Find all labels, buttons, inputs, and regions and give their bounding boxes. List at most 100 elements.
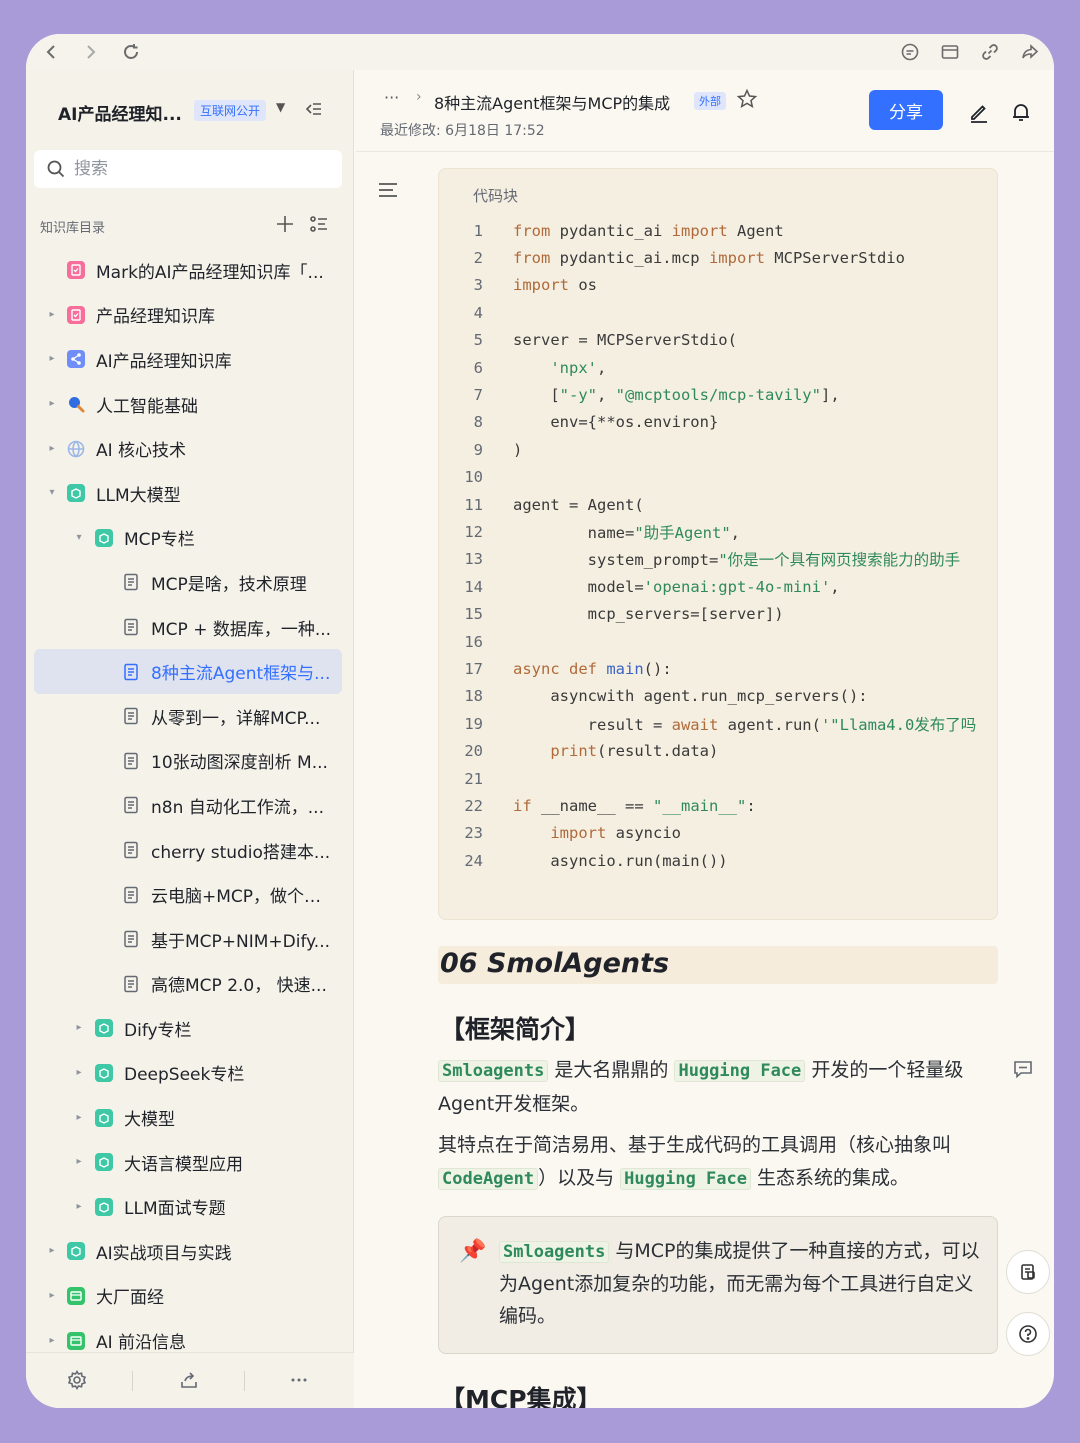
tree-item[interactable]: ▸ 大模型	[26, 1095, 354, 1140]
code-line: 16	[439, 628, 997, 655]
tree-item[interactable]: MCP + 数据库，一种...	[26, 605, 354, 650]
code-lines[interactable]: 1 from pydantic_ai import Agent 2 from pyda…	[439, 217, 997, 874]
share-arrow-icon[interactable]	[1017, 39, 1043, 65]
tree-item[interactable]: 从零到一，详解MCP...	[26, 694, 354, 739]
inline-code: Smloagents	[499, 1241, 610, 1263]
floating-doc-button[interactable]	[1006, 1250, 1050, 1294]
code-line: 2 from pydantic_ai.mcp import MCPServerSt…	[439, 244, 997, 271]
list-options-icon[interactable]	[308, 213, 330, 235]
line-number: 4	[473, 303, 483, 322]
add-icon[interactable]	[274, 213, 296, 235]
tree-item[interactable]: ▸ 人工智能基础	[26, 382, 354, 427]
tree-item[interactable]: ▸ AI产品经理知识库	[26, 337, 354, 382]
section-heading: 06 SmolAgents	[440, 948, 670, 979]
tree-item-label: LLM面试专题	[124, 1199, 226, 1220]
expand-right-icon[interactable]: ▸	[73, 1022, 85, 1034]
line-number: 9	[473, 440, 483, 459]
collapse-sidebar-icon[interactable]	[302, 98, 324, 120]
tree-item[interactable]: ▾ MCP专栏	[26, 516, 354, 561]
expand-down-icon[interactable]: ▾	[46, 487, 58, 499]
tree-item[interactable]: ▸ Dify专栏	[26, 1006, 354, 1051]
tree-item[interactable]: ▸ 大厂面经	[26, 1274, 354, 1319]
tree-item-label: 大语言模型应用	[124, 1154, 243, 1175]
expand-right-icon[interactable]: ▸	[46, 1290, 58, 1302]
tree-item[interactable]: cherry studio搭建本...	[26, 828, 354, 873]
tree-item[interactable]: 基于MCP+NIM+Dify...	[26, 917, 354, 962]
share-button[interactable]: 分享	[869, 90, 943, 130]
tree-item[interactable]: 8种主流Agent框架与...	[34, 649, 342, 694]
footer-divider	[244, 1371, 245, 1391]
doc-icon	[121, 617, 141, 637]
expand-right-icon[interactable]: ▸	[46, 1245, 58, 1257]
tree-item-label: MCP是啥，技术原理	[151, 574, 307, 595]
tree-item-label: 大厂面经	[96, 1288, 164, 1309]
link-icon[interactable]	[977, 39, 1003, 65]
code-text: env={**os.environ}	[513, 413, 719, 432]
edit-icon[interactable]	[967, 100, 991, 124]
back-icon[interactable]	[38, 39, 64, 65]
comment-icon[interactable]	[897, 39, 923, 65]
caret-down-icon[interactable]: ▼	[276, 100, 285, 114]
add-comment-icon[interactable]	[1012, 1058, 1034, 1080]
refresh-icon[interactable]	[118, 39, 144, 65]
tree-item[interactable]: ▸ 产品经理知识库	[26, 293, 354, 338]
settings-icon[interactable]	[66, 1369, 88, 1391]
help-button[interactable]	[1006, 1312, 1050, 1356]
tree-item[interactable]: Mark的AI产品经理知识库「...	[26, 248, 354, 293]
code-line: 14 model='openai:gpt-4o-mini',	[439, 573, 997, 600]
doc-icon	[121, 974, 141, 994]
code-line: 15 mcp_servers=[server])	[439, 600, 997, 627]
doc-icon	[121, 795, 141, 815]
expand-right-icon[interactable]: ▸	[73, 1156, 85, 1168]
expand-right-icon[interactable]: ▸	[73, 1067, 85, 1079]
directory-tree: Mark的AI产品经理知识库「... ▸ 产品经理知识库 ▸ AI产品经理知识库 ▸ 人工智…	[26, 248, 354, 1363]
tree-item[interactable]: 云电脑+MCP，做个m...	[26, 872, 354, 917]
code-text: mcp_servers=[server])	[513, 605, 784, 624]
doc-icon	[121, 751, 141, 771]
code-text: ["-y", "@mcptools/mcp-tavily"],	[513, 386, 840, 405]
doc-icon	[121, 706, 141, 726]
line-number: 20	[464, 742, 483, 761]
tree-item[interactable]: ▸ AI实战项目与实践	[26, 1229, 354, 1274]
table-of-contents-icon[interactable]	[376, 178, 400, 202]
more-icon[interactable]	[288, 1369, 310, 1391]
code-block: 代码块 1 from pydantic_ai import Agent 2 from …	[438, 168, 998, 920]
expand-down-icon[interactable]: ▾	[73, 532, 85, 544]
code-text: model='openai:gpt-4o-mini',	[513, 577, 840, 596]
export-icon[interactable]	[178, 1369, 200, 1391]
code-block-label: 代码块	[473, 187, 519, 205]
public-badge: 互联网公开	[194, 100, 267, 121]
code-line: 21	[439, 765, 997, 792]
folder-green-icon	[94, 1152, 114, 1172]
tree-item[interactable]: 10张动图深度剖析 M...	[26, 739, 354, 784]
notification-bell-icon[interactable]	[1009, 100, 1033, 124]
line-number: 8	[473, 413, 483, 432]
tree-item[interactable]: n8n 自动化工作流，...	[26, 783, 354, 828]
expand-right-icon[interactable]: ▸	[73, 1112, 85, 1124]
expand-right-icon[interactable]: ▸	[46, 443, 58, 455]
expand-right-icon[interactable]: ▸	[46, 398, 58, 410]
knowledge-base-title[interactable]: AI产品经理知...	[58, 100, 182, 125]
breadcrumb-more[interactable]: ···	[384, 88, 399, 107]
tree-item[interactable]: ▸ 大语言模型应用	[26, 1140, 354, 1185]
star-icon[interactable]	[736, 88, 758, 110]
expand-right-icon[interactable]: ▸	[46, 353, 58, 365]
tree-item[interactable]: ▸ AI 核心技术	[26, 426, 354, 471]
tree-item[interactable]: ▸ DeepSeek专栏	[26, 1051, 354, 1096]
expand-right-icon[interactable]: ▸	[73, 1201, 85, 1213]
tree-item[interactable]: ▸ LLM面试专题	[26, 1184, 354, 1229]
document-title[interactable]: 8种主流Agent框架与MCP的集成	[434, 90, 670, 114]
forward-icon[interactable]	[78, 39, 104, 65]
tree-item[interactable]: 高德MCP 2.0， 快速...	[26, 962, 354, 1007]
search-box[interactable]	[34, 150, 342, 188]
paragraph-text: 生态系统的集成。	[751, 1167, 910, 1189]
expand-right-icon[interactable]: ▸	[46, 309, 58, 321]
window-icon[interactable]	[937, 39, 963, 65]
code-line: 17 async def main():	[439, 655, 997, 682]
expand-right-icon[interactable]: ▸	[46, 1335, 58, 1347]
code-text: system_prompt="你是一个具有网页搜索能力的助手	[513, 551, 961, 570]
folder-green-icon	[94, 1108, 114, 1128]
tree-item[interactable]: ▾ LLM大模型	[26, 471, 354, 516]
search-input[interactable]	[74, 159, 314, 179]
tree-item[interactable]: MCP是啥，技术原理	[26, 560, 354, 605]
